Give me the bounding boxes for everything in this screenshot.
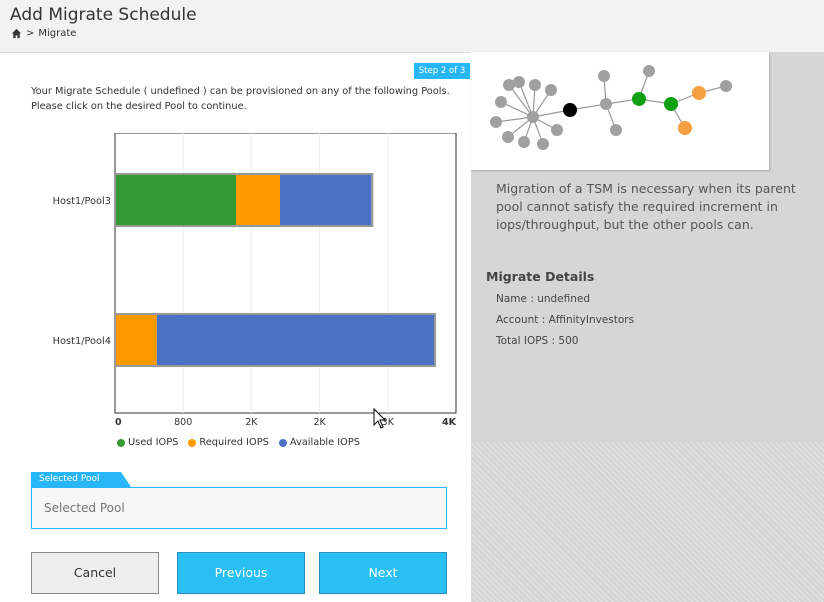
- bar-segment[interactable]: [236, 175, 280, 225]
- intro-text: Your Migrate Schedule ( undefined ) can …: [31, 84, 461, 114]
- x-tick-label: 0: [115, 417, 122, 428]
- x-tick-label: 2K: [313, 417, 326, 428]
- breadcrumb: > Migrate: [11, 28, 76, 39]
- x-tick-label: 800: [174, 417, 192, 428]
- intro-line-2: Please click on the desired Pool to cont…: [31, 101, 247, 112]
- bar-segment[interactable]: [115, 315, 157, 365]
- breadcrumb-separator: >: [26, 28, 35, 39]
- previous-button[interactable]: Previous: [177, 552, 305, 594]
- migration-description: Migration of a TSM is necessary when its…: [496, 181, 796, 232]
- legend-available[interactable]: Available IOPS: [278, 437, 361, 448]
- wizard-panel: Step 2 of 3 Your Migrate Schedule ( unde…: [0, 52, 471, 602]
- chart-legend: Used IOPS Required IOPS Available IOPS: [117, 437, 360, 448]
- network-graph-icon: [490, 65, 732, 150]
- mouse-cursor-icon: [373, 408, 387, 429]
- breadcrumb-current[interactable]: Migrate: [38, 28, 76, 39]
- detail-name: Name : undefined: [496, 293, 591, 305]
- legend-required[interactable]: Required IOPS: [188, 437, 269, 448]
- legend-used-dot: [117, 438, 125, 447]
- pool-chart: 0 800 2K 2K 3K 4K Host1/Pool3 Host1/Pool4: [0, 133, 471, 453]
- x-tick-label: 2K: [245, 417, 258, 428]
- selected-pool-tab-label: Selected Pool: [39, 474, 100, 484]
- next-button[interactable]: Next: [319, 552, 447, 594]
- category-label: Host1/Pool3: [53, 196, 111, 207]
- intro-line-1: Your Migrate Schedule ( undefined ) can …: [31, 86, 450, 97]
- info-panel: Migration of a TSM is necessary when its…: [471, 52, 824, 602]
- legend-used[interactable]: Used IOPS: [117, 437, 178, 448]
- legend-used-label: Used IOPS: [128, 437, 179, 448]
- bar-segment[interactable]: [156, 315, 435, 365]
- cancel-button[interactable]: Cancel: [31, 552, 159, 594]
- hatch-pattern: [471, 442, 824, 602]
- bar-segment[interactable]: [115, 175, 236, 225]
- step-badge: Step 2 of 3: [414, 63, 470, 79]
- selected-pool-tab: Selected Pool: [31, 472, 131, 487]
- migrate-details-title: Migrate Details: [486, 269, 595, 284]
- category-label: Host1/Pool4: [53, 336, 111, 347]
- detail-total-iops: Total IOPS : 500: [496, 335, 579, 347]
- x-tick-label: 4K: [442, 417, 457, 428]
- bar-segment[interactable]: [280, 175, 372, 225]
- selected-pool-input[interactable]: [31, 487, 447, 529]
- legend-required-dot: [188, 438, 197, 447]
- home-icon[interactable]: [11, 28, 22, 39]
- legend-available-label: Available IOPS: [289, 437, 361, 448]
- legend-required-label: Required IOPS: [199, 437, 269, 448]
- page-title: Add Migrate Schedule: [10, 5, 197, 25]
- detail-account: Account : AffinityInvestors: [496, 314, 635, 326]
- legend-available-dot: [278, 438, 287, 447]
- pool-chart-svg: 0 800 2K 2K 3K 4KHost1/Pool3Host1/Pool4: [53, 133, 457, 428]
- network-graph-card: [471, 52, 769, 170]
- header: Add Migrate Schedule > Migrate: [0, 0, 824, 50]
